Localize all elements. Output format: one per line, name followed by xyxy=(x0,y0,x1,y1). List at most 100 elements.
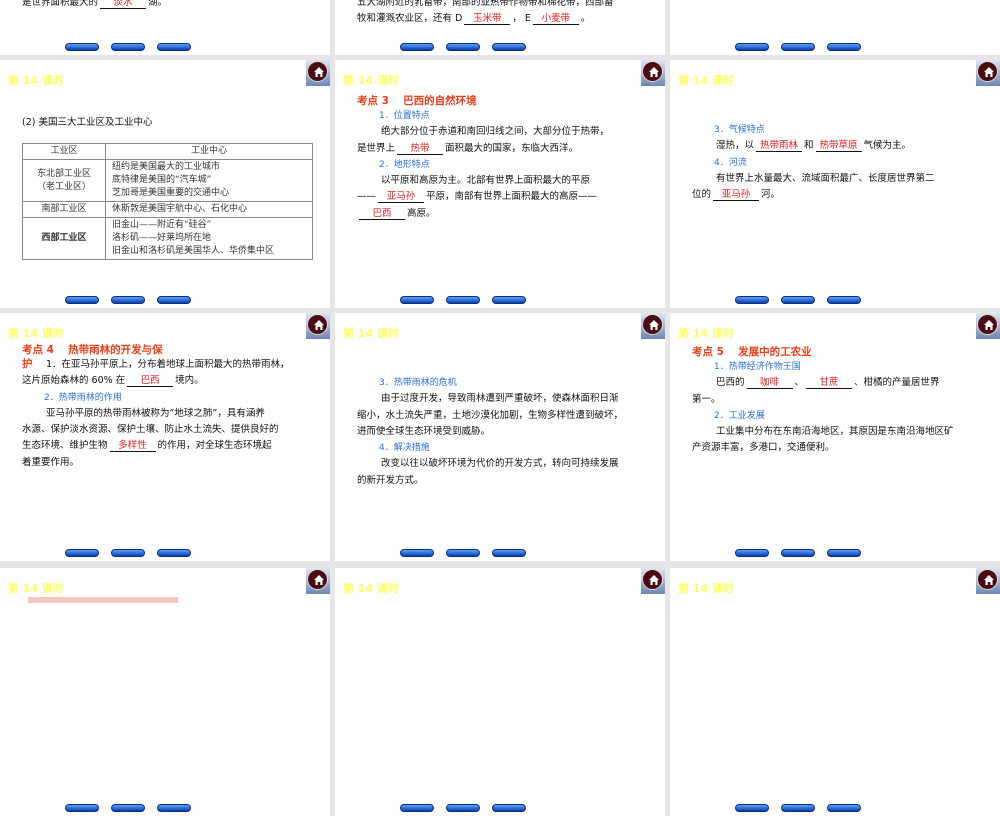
nav-button-1[interactable] xyxy=(400,296,434,304)
text: (2) 美国三大工业区及工业中心 xyxy=(22,117,153,128)
table-row: 南部工业区 休斯敦是美国宇航中心、石化中心 xyxy=(22,201,313,218)
nav-button-1[interactable] xyxy=(65,296,99,304)
slide-top-mid[interactable]: 第 14 课时五大湖附近的乳畜带，南部的亚热带作物带和棉花带，西部畜牧和灌溉农业… xyxy=(335,0,665,55)
region-cell: 西部工业区 xyxy=(22,217,106,260)
slide-bottom-mid[interactable]: 第 14 课时 xyxy=(335,568,665,816)
industry-table: 工业区 工业中心 东北部工业区（老工业区） 纽约是美国最大的工业城市 底特律是美国的“汽… xyxy=(22,143,313,260)
nav-button-1[interactable] xyxy=(65,43,99,51)
nav-button-3[interactable] xyxy=(827,296,861,304)
nav-button-2[interactable] xyxy=(781,296,815,304)
home-button[interactable] xyxy=(641,568,665,594)
nav-button-3[interactable] xyxy=(157,549,191,557)
text: 3．气候特点 xyxy=(714,125,765,135)
nav-button-1[interactable] xyxy=(65,804,99,812)
nav-button-3[interactable] xyxy=(492,804,526,812)
home-icon xyxy=(307,314,328,335)
text-line: 牧和灌溉农业区，还有 D 玉米带， E 小麦带。 xyxy=(357,11,647,27)
lesson-title: 第 14 课时 xyxy=(343,74,399,87)
nav-button-1[interactable] xyxy=(735,296,769,304)
text: 高原。 xyxy=(407,207,436,219)
slide-content: 考点 4 热带雨林的开发与保护 1．在亚马孙平原上，分布着地球上面积最大的热带雨林… xyxy=(22,343,312,471)
section-heading: 考点 3 巴西的自然环境 xyxy=(357,94,507,108)
subheading: 2．热带雨林的作用 xyxy=(22,390,312,406)
home-button[interactable] xyxy=(976,568,1000,594)
text: 进而使全球生态环境受到威胁。 xyxy=(357,425,491,437)
nav-button-1[interactable] xyxy=(400,549,434,557)
nav-button-3[interactable] xyxy=(827,549,861,557)
home-button[interactable] xyxy=(976,313,1000,339)
nav-button-1[interactable] xyxy=(735,804,769,812)
home-button[interactable] xyxy=(976,60,1000,86)
nav-button-1[interactable] xyxy=(735,43,769,51)
nav-button-2[interactable] xyxy=(111,43,145,51)
slide-top-left[interactable]: 第 14 课时是世界面积最大的淡水湖。 xyxy=(0,0,330,55)
nav-button-3[interactable] xyxy=(492,296,526,304)
nav-button-3[interactable] xyxy=(492,549,526,557)
slide-nav xyxy=(400,549,526,557)
slide-agri-industry[interactable]: 第 14 课时 考点 5 发展中的工农业 1．热带经济作物王国 巴西的 咖啡、甘蔗 、柑橘… xyxy=(670,313,1000,561)
subheading: 1．热带经济作物王国 xyxy=(692,359,982,375)
slide-climate-river[interactable]: 第 14 课时 3．气候特点 湿热，以 热带雨林和热带草原 气候为主。 4．河流 有世界上水… xyxy=(670,60,1000,308)
text: 由于过度开发，导致雨林遭到严重破坏，使森林面积日渐 xyxy=(381,393,619,405)
nav-button-3[interactable] xyxy=(157,296,191,304)
text: 3．热带雨林的危机 xyxy=(379,378,457,388)
slide-top-right[interactable]: 第 14 课时 xyxy=(670,0,1000,55)
nav-button-1[interactable] xyxy=(400,804,434,812)
subheading: 4．河流 xyxy=(692,155,982,171)
nav-button-2[interactable] xyxy=(781,549,815,557)
center-item: 芝加哥是美国重要的交通中心 xyxy=(112,188,230,198)
answer-blank: 淡水 xyxy=(100,0,147,9)
home-button[interactable] xyxy=(641,313,665,339)
centers-cell: 纽约是美国最大的工业城市 底特律是美国的“汽车城” 芝加哥是美国重要的交通中心 xyxy=(105,159,313,202)
nav-button-2[interactable] xyxy=(446,296,480,304)
text: 面积最大的国家，东临大西洋。 xyxy=(445,142,579,154)
text: 五大湖附近的乳畜带，南部的亚热带作物带和棉花带，西部畜 xyxy=(357,0,614,8)
answer-blank: 玉米带 xyxy=(464,13,511,26)
text: ， E xyxy=(512,13,531,25)
nav-button-2[interactable] xyxy=(781,43,815,51)
home-button[interactable] xyxy=(641,60,665,86)
table-row: 东北部工业区（老工业区） 纽约是美国最大的工业城市 底特律是美国的“汽车城” 芝加哥是… xyxy=(22,159,313,202)
slide-nav xyxy=(400,804,526,812)
nav-button-3[interactable] xyxy=(157,804,191,812)
nav-button-3[interactable] xyxy=(827,43,861,51)
answer-blank: 亚马孙 xyxy=(378,191,424,204)
nav-button-2[interactable] xyxy=(446,549,480,557)
text: 位的 xyxy=(692,189,712,201)
text: 1．位置特点 xyxy=(379,111,430,121)
subheading: 4．解决措施 xyxy=(357,440,647,456)
text: 着重要作用。 xyxy=(22,456,80,468)
text-line: 产资源丰富，多港口，交通便利。 xyxy=(692,440,982,456)
home-button[interactable] xyxy=(306,60,330,86)
nav-button-3[interactable] xyxy=(492,43,526,51)
text-line: 亚马孙平原的热带雨林被称为“地球之肺”，具有涵养 xyxy=(22,406,312,422)
slide-bottom-right[interactable]: 第 14 课时 xyxy=(670,568,1000,816)
header-cell: 工业区 xyxy=(22,143,106,160)
answer-blank: 甘蔗 xyxy=(806,377,853,390)
text: 牧和灌溉农业区，还有 D xyxy=(357,13,463,25)
nav-button-2[interactable] xyxy=(111,549,145,557)
text: 工业集中分布在东南沿海地区，其原因是东南沿海地区矿 xyxy=(716,426,954,438)
nav-button-1[interactable] xyxy=(735,549,769,557)
nav-button-2[interactable] xyxy=(111,296,145,304)
home-button[interactable] xyxy=(306,313,330,339)
nav-button-2[interactable] xyxy=(446,804,480,812)
lesson-title: 第 14 课时 xyxy=(343,582,399,595)
nav-button-2[interactable] xyxy=(446,43,480,51)
nav-button-1[interactable] xyxy=(400,43,434,51)
nav-button-3[interactable] xyxy=(827,804,861,812)
nav-button-2[interactable] xyxy=(781,804,815,812)
text-line: 进而使全球生态环境受到威胁。 xyxy=(357,424,647,440)
home-button[interactable] xyxy=(306,568,330,594)
text: 的新开发方式。 xyxy=(357,474,424,486)
slide-us-industry[interactable]: 第 14 课时 (2) 美国三大工业区及工业中心工业区 工业中心 东北部工业区（老工业… xyxy=(0,60,330,308)
nav-button-3[interactable] xyxy=(157,43,191,51)
nav-button-2[interactable] xyxy=(111,804,145,812)
slide-rainforest-crisis[interactable]: 第 14 课时 3．热带雨林的危机 由于过度开发，导致雨林遭到严重破坏，使森林面积日… xyxy=(335,313,665,561)
slide-bottom-left[interactable]: 第 14 课时 xyxy=(0,568,330,816)
slide-rainforest[interactable]: 第 14 课时 考点 4 热带雨林的开发与保护 1．在亚马孙平原上，分布着地球上面积… xyxy=(0,313,330,561)
nav-button-1[interactable] xyxy=(65,549,99,557)
text: 2．地形特点 xyxy=(379,159,430,170)
lesson-title: 第 14 课时 xyxy=(8,74,64,87)
slide-brazil-nature[interactable]: 第 14 课时 考点 3 巴西的自然环境 1．位置特点 绝大部分位于赤道和南回归线之间… xyxy=(335,60,665,308)
